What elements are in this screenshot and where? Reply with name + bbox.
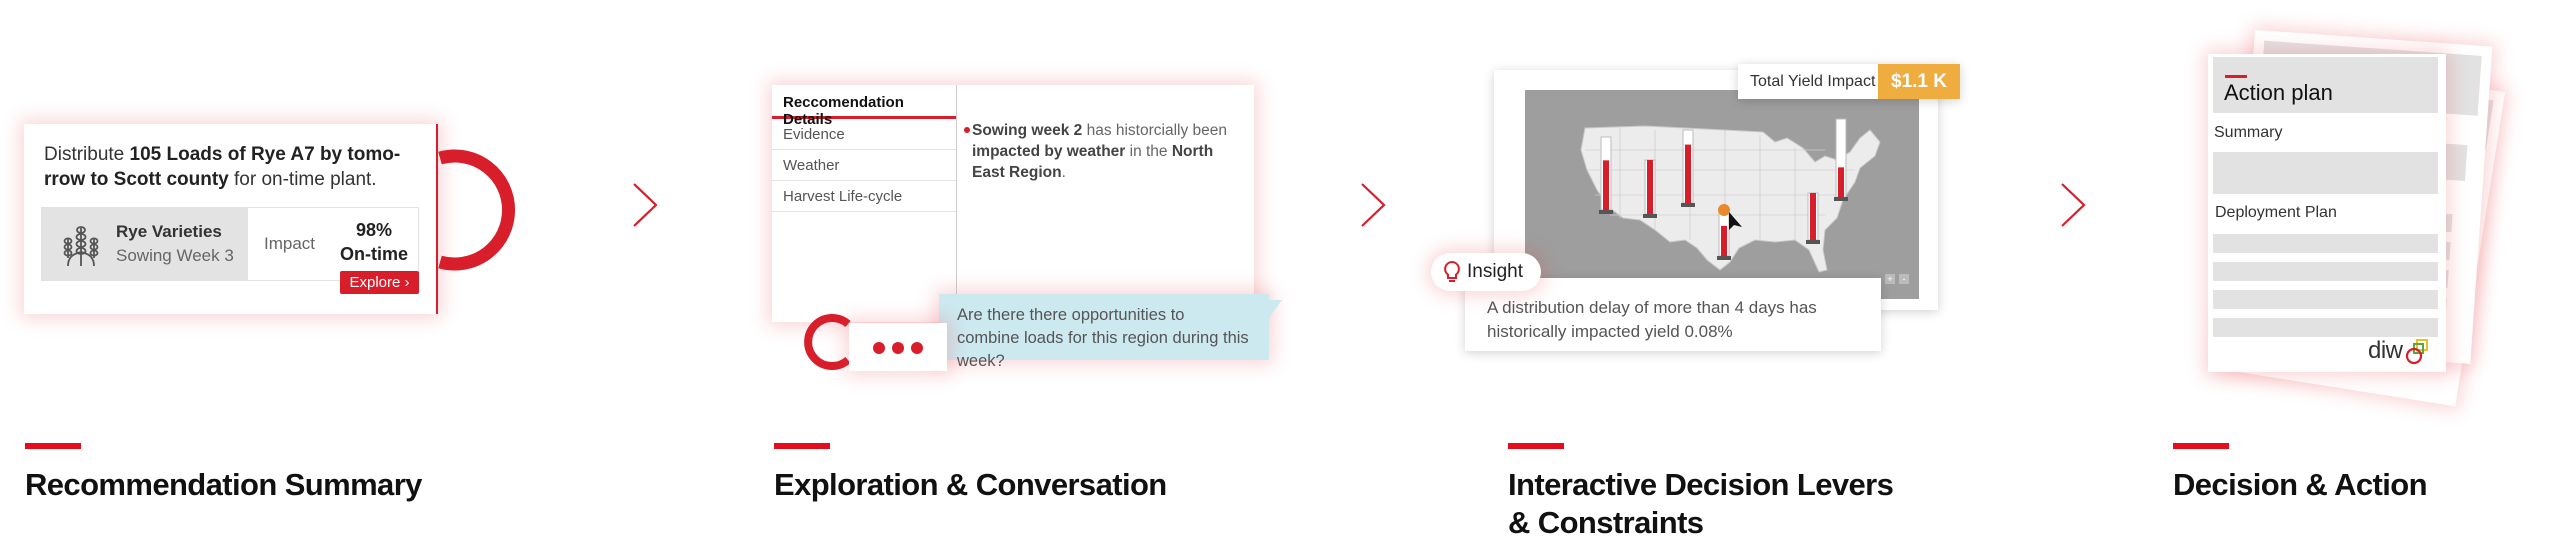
insight-label: Insight bbox=[1467, 261, 1523, 282]
step-marker bbox=[774, 443, 830, 449]
title-marker bbox=[2225, 75, 2247, 78]
insight-badge: Insight bbox=[1431, 253, 1541, 291]
wheat-icon bbox=[63, 226, 99, 267]
impact-label: Impact bbox=[264, 234, 316, 253]
progress-ring-icon bbox=[438, 149, 515, 271]
step-marker bbox=[1508, 443, 1564, 449]
bullet-icon bbox=[964, 127, 970, 133]
thermometer-fill[interactable] bbox=[1603, 160, 1609, 210]
logo-mark bbox=[2405, 339, 2428, 365]
question-bubble: Are there there opportunities to combine… bbox=[939, 294, 1269, 370]
action-plan-page: Action plan Summary Deployment Plan diw bbox=[2208, 54, 2446, 372]
selected-marker-icon[interactable] bbox=[1718, 204, 1730, 216]
recommendation-card: Distribute 105 Loads of Rye A7 by tomo-r… bbox=[24, 124, 438, 314]
step-title-levers: Interactive Decision Levers & Constraints bbox=[1508, 467, 1894, 540]
tab-weather[interactable]: Weather bbox=[772, 150, 956, 181]
deployment-plan-label: Deployment Plan bbox=[2215, 204, 2337, 221]
bubble-tail bbox=[1266, 300, 1282, 322]
details-tab-list: Reccomendation Details Evidence Weather … bbox=[772, 85, 957, 322]
summary-label: Summary bbox=[2214, 124, 2283, 141]
chevron-right-icon bbox=[1361, 183, 1386, 227]
insight-text: A distribution delay of more than 4 days… bbox=[1487, 298, 1817, 341]
us-map[interactable]: + - bbox=[1525, 90, 1919, 299]
explore-button[interactable]: Explore › bbox=[340, 271, 419, 294]
thermometer-fill[interactable] bbox=[1647, 160, 1653, 214]
thermometer-fill[interactable] bbox=[1685, 144, 1691, 203]
chevron-right-icon bbox=[633, 183, 658, 227]
thermometer-fill[interactable] bbox=[1810, 193, 1816, 240]
thermometer-fill[interactable] bbox=[1721, 225, 1727, 256]
step-title-decision: Decision & Action bbox=[2173, 467, 2428, 502]
thermometer-base bbox=[1599, 210, 1613, 214]
action-plan-title: Action plan bbox=[2224, 80, 2333, 105]
tab-harvest-life-cycle[interactable]: Harvest Life-cycle bbox=[772, 181, 956, 212]
thermometer-base bbox=[1717, 256, 1731, 260]
diwo-logo: diw bbox=[2368, 337, 2432, 367]
tab-recommendation-details[interactable]: Reccomendation Details bbox=[772, 85, 956, 128]
step-title-recommendation: Recommendation Summary bbox=[25, 467, 422, 502]
zoom-in-label: + bbox=[1887, 274, 1892, 284]
thermometer-base bbox=[1834, 197, 1848, 201]
variety-title: Rye Varieties bbox=[116, 222, 222, 241]
yield-value: $1.1 K bbox=[1878, 64, 1960, 99]
recommendation-detail-strip: Rye Varieties Sowing Week 3 Impact 98% On… bbox=[41, 207, 419, 281]
step-marker bbox=[25, 443, 81, 449]
variety-subtitle: Sowing Week 3 bbox=[116, 246, 234, 265]
detail-text: Sowing week 2 has historcially been impa… bbox=[964, 120, 1237, 183]
step-marker bbox=[2173, 443, 2229, 449]
total-yield-impact: Total Yield Impact $1.1 K bbox=[1738, 64, 1960, 99]
map-panel: + - bbox=[1494, 70, 1938, 310]
yield-label: Total Yield Impact bbox=[1750, 73, 1876, 90]
thermometer-base bbox=[1681, 203, 1695, 207]
thermometer-base bbox=[1806, 240, 1820, 244]
typing-indicator bbox=[849, 323, 947, 371]
ellipsis-icon bbox=[873, 342, 923, 354]
thermometer-base bbox=[1643, 214, 1657, 218]
thermometer-fill[interactable] bbox=[1838, 167, 1844, 197]
chevron-right-icon bbox=[2061, 183, 2086, 227]
zoom-out-label: - bbox=[1903, 274, 1906, 284]
step-title-exploration: Exploration & Conversation bbox=[774, 467, 1167, 502]
lightbulb-icon bbox=[1444, 260, 1460, 282]
impact-value: 98% On-time bbox=[339, 220, 408, 264]
exploration-card: Reccomendation Details Evidence Weather … bbox=[772, 85, 1254, 322]
recommendation-text: Distribute 105 Loads of Rye A7 by tomo-r… bbox=[44, 144, 401, 190]
